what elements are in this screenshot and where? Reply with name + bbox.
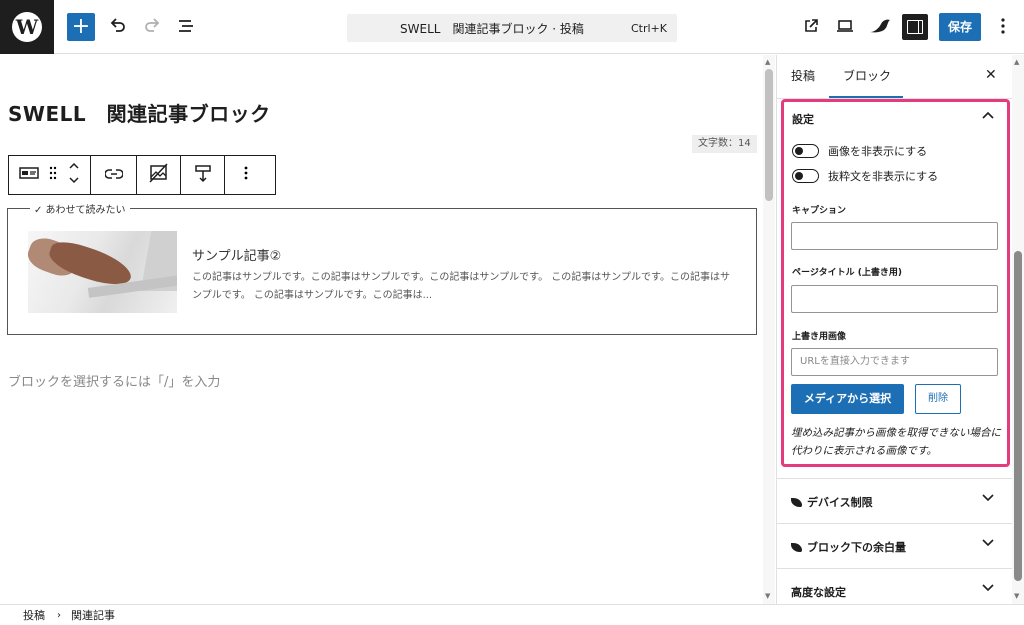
undo-icon[interactable] <box>106 14 130 38</box>
caption-label: キャプション <box>792 206 847 216</box>
related-thumbnail <box>28 231 177 313</box>
post-title[interactable]: SWELL 関連記事ブロック <box>8 98 271 127</box>
document-title: SWELL 関連記事ブロック · 投稿 <box>400 21 584 36</box>
related-title: サンプル記事② <box>192 249 282 264</box>
panel-device-restriction-title: デバイス制限 <box>807 496 873 509</box>
settings-sidebar: 投稿 ブロック ✕ 設定 画像を非表示にする 抜粋文を非表示にする キャプション… <box>776 55 1013 604</box>
block-type-icon[interactable] <box>14 166 44 184</box>
view-post-icon[interactable] <box>799 14 823 38</box>
scroll-up-arrow-icon[interactable]: ▲ <box>1014 58 1019 66</box>
save-button[interactable]: 保存 <box>939 13 981 41</box>
related-post-card[interactable]: ✓ あわせて読みたい サンプル記事② この記事はサンプルです。この記事はサンプル… <box>7 201 757 335</box>
chevron-down-icon <box>982 537 994 550</box>
hide-excerpt-label: 抜粋文を非表示にする <box>828 170 939 183</box>
page-title-input[interactable] <box>791 285 998 313</box>
breadcrumb-item-post[interactable]: 投稿 <box>23 607 45 623</box>
more-options-icon[interactable] <box>244 166 248 184</box>
chevron-up-icon[interactable] <box>982 109 994 122</box>
override-image-help-text: 埋め込み記事から画像を取得できない場合に代わりに表示される画像です。 <box>791 427 1001 457</box>
panel-advanced-title: 高度な設定 <box>791 586 846 599</box>
editor-canvas: SWELL 関連記事ブロック 文字数：14 ✓ あわせて読みたい サンプル記事②… <box>0 55 762 604</box>
sidebar-scrollbar[interactable]: ▲ ▼ <box>1012 55 1024 604</box>
page-title-label: ページタイトル (上書き用) <box>792 268 903 278</box>
close-sidebar-icon[interactable]: ✕ <box>985 67 997 83</box>
shortcut-hint: Ctrl+K <box>630 21 667 35</box>
delete-image-button[interactable]: 削除 <box>915 384 961 414</box>
link-group <box>91 156 137 194</box>
editor-header: W + SWELL 関連記事ブロック · 投稿 Ctrl+K 保存 <box>0 0 1024 54</box>
tab-post[interactable]: 投稿 <box>791 67 815 84</box>
image-url-input[interactable]: URLを直接入力できます <box>791 348 998 376</box>
scroll-up-arrow-icon[interactable]: ▲ <box>765 58 770 66</box>
swell-icon <box>791 542 802 552</box>
add-block-button[interactable]: + <box>67 13 95 41</box>
wordpress-logo-icon[interactable]: W <box>0 0 54 54</box>
related-legend: ✓ あわせて読みたい <box>30 201 130 216</box>
hide-image-group <box>137 156 181 194</box>
preview-icon[interactable] <box>833 14 857 38</box>
move-up-down-icon[interactable] <box>62 161 86 189</box>
panel-bottom-margin-title: ブロック下の余白量 <box>807 541 906 554</box>
tab-block[interactable]: ブロック <box>843 67 891 84</box>
settings-panel-title[interactable]: 設定 <box>792 111 814 127</box>
word-count-badge: 文字数：14 <box>692 135 757 153</box>
breadcrumb-item-related[interactable]: 関連記事 <box>71 607 115 623</box>
command-palette-bar[interactable]: SWELL 関連記事ブロック · 投稿 Ctrl+K <box>347 14 677 42</box>
chevron-down-icon <box>982 582 994 595</box>
toggle-hide-image-row[interactable]: 画像を非表示にする <box>792 143 927 159</box>
toggle-hide-excerpt-row[interactable]: 抜粋文を非表示にする <box>792 168 938 184</box>
caption-input[interactable] <box>791 222 998 250</box>
panel-device-restriction[interactable]: デバイス制限 <box>777 478 1013 523</box>
hide-excerpt-toggle[interactable] <box>792 169 819 183</box>
panel-bottom-margin[interactable]: ブロック下の余白量 <box>777 523 1013 568</box>
options-more-icon[interactable] <box>991 14 1015 38</box>
override-image-label: 上書き用画像 <box>792 332 847 342</box>
chevron-right-icon: › <box>57 609 61 621</box>
hide-image-toggle[interactable] <box>792 144 819 158</box>
hide-image-label: 画像を非表示にする <box>828 145 928 158</box>
document-overview-icon[interactable] <box>174 14 198 38</box>
link-icon[interactable] <box>103 167 124 183</box>
redo-icon[interactable] <box>140 14 164 38</box>
scroll-down-arrow-icon[interactable]: ▼ <box>765 592 770 600</box>
block-type-group <box>9 156 91 194</box>
settings-sidebar-toggle[interactable] <box>902 14 928 40</box>
scroll-down-arrow-icon[interactable]: ▼ <box>1014 592 1019 600</box>
chevron-down-icon <box>982 492 994 505</box>
more-options-group <box>225 156 267 194</box>
block-appender-placeholder[interactable]: ブロックを選択するには「/」を入力 <box>8 371 220 390</box>
swell-icon[interactable] <box>868 14 892 38</box>
select-from-media-button[interactable]: メディアから選択 <box>791 384 904 414</box>
swell-icon <box>791 497 802 507</box>
editor-scrollbar[interactable]: ▲ ▼ <box>763 55 775 604</box>
image-hidden-icon[interactable] <box>148 163 170 187</box>
block-toolbar <box>8 155 276 195</box>
spacing-group <box>181 156 225 194</box>
drag-handle-icon[interactable] <box>44 166 62 184</box>
related-excerpt: この記事はサンプルです。この記事はサンプルです。この記事はサンプルです。 この記… <box>192 272 730 301</box>
breadcrumb: 投稿 › 関連記事 <box>0 604 1024 625</box>
spacing-icon[interactable] <box>194 163 212 187</box>
